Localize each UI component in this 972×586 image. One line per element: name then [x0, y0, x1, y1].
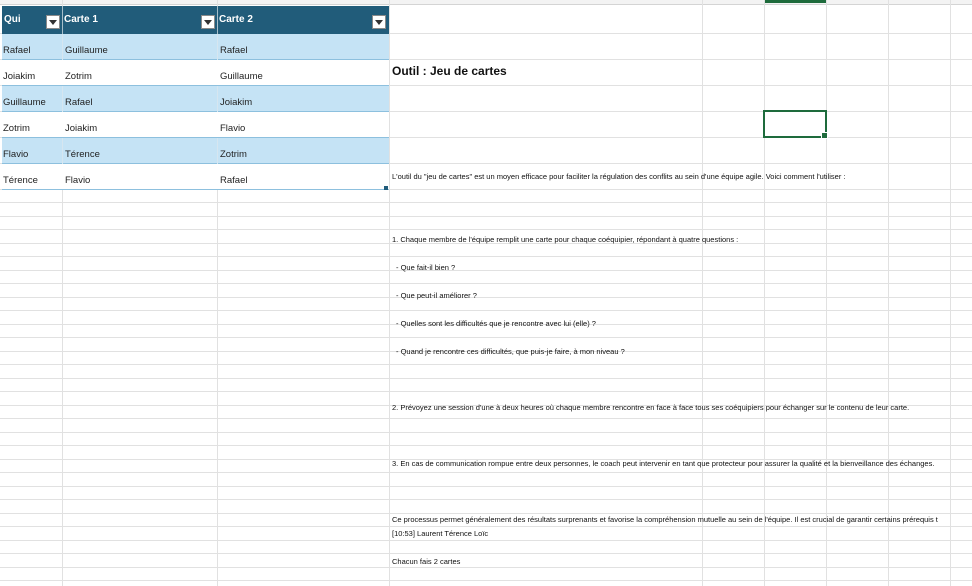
cell-divider: [217, 138, 218, 164]
table-cell[interactable]: Flavio: [2, 138, 62, 164]
table-cell[interactable]: Joiakim: [219, 86, 389, 112]
table-cell[interactable]: Rafael: [219, 164, 389, 190]
table-cell[interactable]: Zotrim: [219, 138, 389, 164]
table-row[interactable]: Joiakim Zotrim Guillaume: [2, 60, 389, 86]
gridline: [389, 0, 390, 586]
step-2-text[interactable]: 2. Prévoyez une session d'une à deux heu…: [392, 403, 909, 412]
table-cell[interactable]: Flavio: [219, 112, 389, 138]
table-cell[interactable]: Rafael: [2, 34, 62, 60]
table-cell[interactable]: Rafael: [64, 86, 217, 112]
cell-divider: [62, 138, 63, 164]
filter-dropdown-icon[interactable]: [372, 15, 386, 29]
table-row[interactable]: Flavio Térence Zotrim: [2, 138, 389, 164]
table-cell[interactable]: Joiakim: [64, 112, 217, 138]
conclusion-text[interactable]: Ce processus permet généralement des rés…: [392, 515, 938, 524]
table-resize-handle[interactable]: [384, 186, 388, 190]
intro-text[interactable]: L'outil du "jeu de cartes" est un moyen …: [392, 172, 846, 181]
table-row[interactable]: Térence Flavio Rafael: [2, 164, 389, 190]
table-row[interactable]: Zotrim Joiakim Flavio: [2, 112, 389, 138]
cell-divider: [217, 34, 218, 60]
question-4-text[interactable]: - Quand je rencontre ces difficultés, qu…: [396, 347, 625, 356]
gridline: [764, 0, 765, 586]
table-row[interactable]: Guillaume Rafael Joiakim: [2, 86, 389, 112]
table-cell[interactable]: Zotrim: [2, 112, 62, 138]
step-3-text[interactable]: 3. En cas de communication rompue entre …: [392, 459, 934, 468]
active-cell-selection[interactable]: [763, 110, 828, 139]
filter-dropdown-icon[interactable]: [201, 15, 215, 29]
table-cell[interactable]: Joiakim: [2, 60, 62, 86]
step-1-text[interactable]: 1. Chaque membre de l'équipe remplit une…: [392, 235, 738, 244]
header-cell-carte-1[interactable]: Carte 1: [62, 6, 217, 34]
table-row[interactable]: Rafael Guillaume Rafael: [2, 34, 389, 60]
spreadsheet-grid[interactable]: Qui Carte 1 Carte 2 Rafael Guillaume Raf…: [0, 0, 972, 586]
selected-column-indicator: [765, 0, 826, 3]
table-cell[interactable]: Guillaume: [2, 86, 62, 112]
table-cell[interactable]: Térence: [2, 164, 62, 190]
table-cell[interactable]: Guillaume: [219, 60, 389, 86]
note-text[interactable]: Chacun fais 2 cartes: [392, 557, 460, 566]
table-header: Qui Carte 1 Carte 2: [2, 6, 389, 34]
gridline: [826, 0, 827, 586]
cell-divider: [62, 34, 63, 60]
question-2-text[interactable]: - Que peut-il améliorer ?: [396, 291, 477, 300]
gridline: [888, 0, 889, 586]
question-1-text[interactable]: - Que fait-il bien ?: [396, 263, 455, 272]
table-cell[interactable]: Flavio: [64, 164, 217, 190]
gridline: [702, 0, 703, 586]
chat-line-text[interactable]: [10:53] Laurent Térence Loïc: [392, 529, 488, 538]
table-cell[interactable]: Guillaume: [64, 34, 217, 60]
gridline: [950, 0, 951, 586]
page-title[interactable]: Outil : Jeu de cartes: [392, 64, 507, 78]
table-cell[interactable]: Térence: [64, 138, 217, 164]
question-3-text[interactable]: - Quelles sont les difficultés que je re…: [396, 319, 596, 328]
filter-dropdown-icon[interactable]: [46, 15, 60, 29]
table-cell[interactable]: Rafael: [219, 34, 389, 60]
table-cell[interactable]: Zotrim: [64, 60, 217, 86]
fill-handle[interactable]: [821, 132, 828, 139]
cell-divider: [217, 86, 218, 112]
cell-divider: [62, 86, 63, 112]
header-cell-carte-2[interactable]: Carte 2: [217, 6, 389, 34]
